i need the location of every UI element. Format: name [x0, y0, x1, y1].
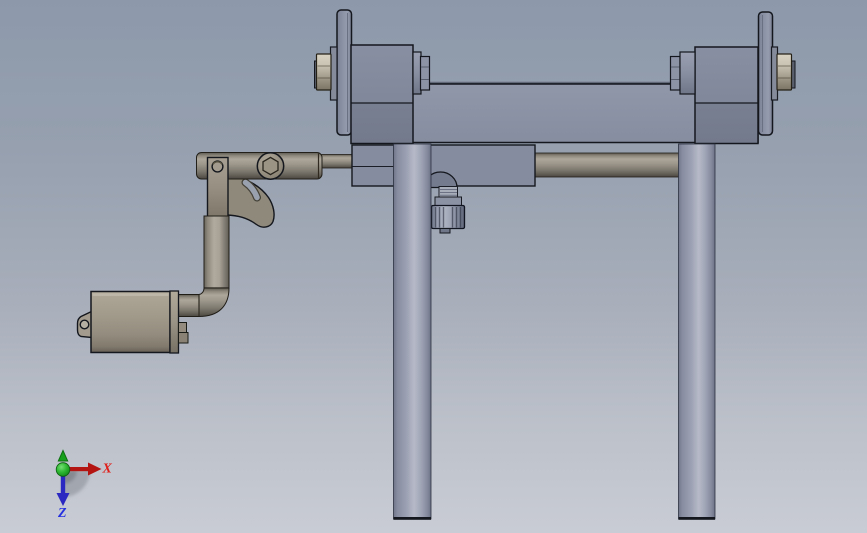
axle-nut-right[interactable] [776, 53, 793, 91]
cross-rod[interactable] [534, 152, 680, 178]
wheel-disc-right[interactable] [757, 11, 774, 136]
mount-tab-hole[interactable] [79, 319, 90, 330]
hub-hex-left[interactable] [419, 55, 431, 91]
clamp-collar[interactable] [434, 196, 462, 206]
hub-hex-right[interactable] [669, 55, 681, 91]
z-axis-label: Z [57, 506, 67, 521]
arm-tube-horizontal[interactable] [177, 294, 200, 317]
y-axis-arrowhead [57, 449, 69, 462]
cad-canvas[interactable]: X Z [0, 0, 867, 533]
axis-triad: X Z [55, 449, 113, 521]
motor-body[interactable] [90, 290, 171, 354]
arm-tube-vertical[interactable] [203, 215, 230, 289]
leg-left-bottom-edge [393, 517, 431, 520]
axle-shaft-highlight [429, 81, 671, 83]
bearing-block-left-lower-shade [351, 103, 413, 143]
z-axis-arrowhead [56, 493, 70, 506]
x-axis-arrowhead [88, 462, 102, 476]
pivot-arm-assembly[interactable] [177, 152, 323, 318]
rod-adapter[interactable] [319, 154, 355, 169]
wheel-assembly-left[interactable] [314, 9, 353, 136]
motor-terminal-lower[interactable] [178, 332, 189, 344]
leg-right-tube[interactable] [678, 143, 716, 520]
wheel-assembly-right[interactable] [757, 11, 796, 136]
leg-left[interactable] [393, 143, 432, 520]
clamp-knob[interactable] [430, 204, 466, 230]
clamp-assembly[interactable] [351, 144, 536, 234]
hub-collar-right[interactable] [679, 51, 696, 95]
axle-nut-left[interactable] [315, 53, 332, 91]
x-axis-label: X [102, 462, 113, 477]
motor-end-cap[interactable] [169, 290, 180, 354]
pivot-bolt-hex[interactable] [262, 156, 279, 176]
bearing-block-right-lower-shade [695, 103, 758, 143]
motor-terminal-upper[interactable] [178, 322, 187, 333]
wheel-disc-left[interactable] [336, 9, 353, 136]
motor-body-highlight [92, 293, 169, 296]
motor-assembly[interactable] [76, 290, 189, 354]
arm-elbow[interactable] [198, 287, 230, 318]
leg-left-tube[interactable] [393, 143, 432, 520]
leg-right-bottom-edge [678, 517, 715, 520]
hub-collar-left[interactable] [412, 51, 422, 95]
knob-stem[interactable] [439, 228, 451, 234]
cad-viewport[interactable]: X Z [0, 0, 867, 533]
leg-right[interactable] [678, 143, 716, 520]
origin-sphere [55, 462, 71, 477]
